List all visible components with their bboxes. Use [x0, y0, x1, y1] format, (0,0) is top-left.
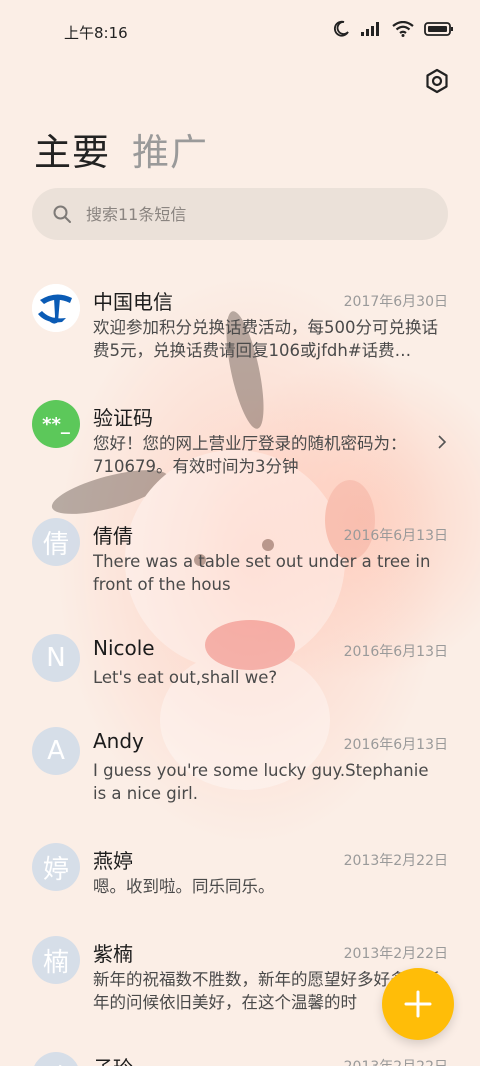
conversation-preview: There was a table set out under a tree i…	[93, 552, 431, 594]
contact-avatar: 婷	[32, 843, 80, 891]
conversation-preview: 嗯。收到啦。同乐同乐。	[93, 877, 275, 896]
status-time: 上午8:16	[64, 24, 128, 42]
contact-avatar: 楠	[32, 936, 80, 984]
tab-main[interactable]: 主要	[34, 122, 110, 176]
search-icon	[53, 205, 71, 223]
conversation-date: 2017年6月30日	[343, 294, 448, 310]
conversation-preview: I guess you're some lucky guy.Stephanie …	[93, 761, 429, 803]
conversation-item[interactable]: 中国电信 2017年6月30日 欢迎参加积分兑换话费活动，每500分可兑换话费5…	[0, 280, 480, 370]
conversation-preview: 您好！您的网上营业厅登录的随机密码为：710679。有效时间为3分钟	[93, 434, 407, 476]
category-tabs: 主要 推广	[34, 122, 208, 176]
conversation-name: 燕婷	[93, 849, 133, 873]
status-bar: 上午8:16	[0, 0, 480, 62]
battery-icon	[424, 22, 453, 36]
conversation-date: 2016年6月13日	[343, 737, 448, 753]
conversation-item[interactable]: 倩 倩倩 2016年6月13日 There was a table set ou…	[0, 516, 480, 606]
conversation-date: 2016年6月13日	[343, 644, 448, 660]
contact-avatar: 倩	[32, 518, 80, 566]
verification-avatar: **_	[32, 400, 80, 448]
conversation-name: 中国电信	[93, 290, 173, 314]
search-input[interactable]	[84, 203, 408, 225]
telecom-logo-icon	[32, 284, 80, 332]
conversation-date: 2016年6月13日	[343, 528, 448, 544]
plus-icon	[404, 990, 432, 1018]
chevron-right-icon[interactable]	[436, 434, 448, 450]
wifi-icon	[392, 21, 414, 37]
conversation-name: 倩倩	[93, 524, 133, 548]
conversation-name: 验证码	[93, 406, 153, 430]
conversation-name: 子玲	[93, 1052, 133, 1066]
conversation-preview: 欢迎参加积分兑换话费活动，每500分可兑换话费5元，兑换话费请回复106或jfd…	[93, 318, 438, 360]
conversation-name: 紫楠	[93, 942, 133, 966]
settings-gear-icon[interactable]	[424, 68, 450, 94]
conversation-date: 2013年2月22日	[343, 946, 448, 962]
conversation-item[interactable]: A Andy 2016年6月13日 I guess you're some lu…	[0, 725, 480, 815]
conversation-date: 2013年2月22日	[344, 1056, 448, 1066]
conversation-preview: Let's eat out,shall we?	[93, 668, 278, 687]
conversation-name: Nicole	[93, 636, 155, 660]
conversation-item[interactable]: **_ 验证码 您好！您的网上营业厅登录的随机密码为：710679。有效时间为3…	[0, 398, 480, 488]
conversation-item[interactable]: 婷 燕婷 2013年2月22日 嗯。收到啦。同乐同乐。	[0, 841, 480, 911]
conversation-name: Andy	[93, 729, 144, 753]
new-message-button[interactable]	[382, 968, 454, 1040]
search-bar[interactable]	[32, 188, 448, 240]
status-icons	[332, 20, 454, 38]
telecom-logo-avatar	[32, 284, 80, 332]
contact-avatar: 玲	[32, 1052, 80, 1066]
tab-promotions[interactable]: 推广	[132, 122, 208, 176]
conversation-item[interactable]: N Nicole 2016年6月13日 Let's eat out,shall …	[0, 632, 480, 702]
conversation-item[interactable]: 玲 子玲 2013年2月22日	[0, 1050, 480, 1066]
conversation-date: 2013年2月22日	[343, 853, 448, 869]
signal-icon	[361, 22, 379, 36]
contact-avatar: A	[32, 727, 80, 775]
moon-icon	[333, 20, 349, 37]
contact-avatar: N	[32, 634, 80, 682]
